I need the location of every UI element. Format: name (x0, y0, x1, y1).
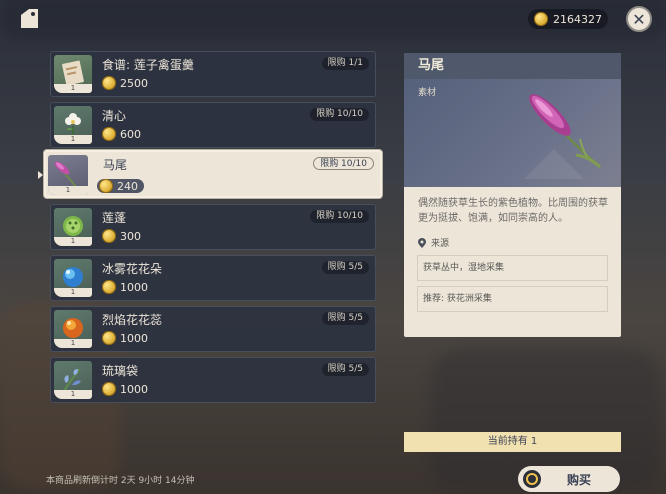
location-pin-icon (418, 237, 426, 248)
item-price: 1000 (102, 280, 148, 294)
item-name: 莲蓬 (102, 211, 127, 225)
refresh-countdown: 本商品刷新倒计时 2天 9小时 14分钟 (46, 476, 195, 486)
shop-tag-icon (16, 6, 42, 32)
item-detail-panel: 马尾 素材 偶然随获草生长的紫色植物。比周围的获草更为挺拔、饱满，如同崇高的人。… (404, 53, 621, 337)
item-thumbnail: 1 (54, 259, 92, 297)
item-thumbnail: 1 (54, 361, 92, 399)
horsetail-large-icon (524, 94, 602, 179)
mora-amount: 2164327 (553, 12, 602, 26)
item-thumbnail: 1 (54, 310, 92, 348)
buy-button[interactable]: 购买 (518, 466, 620, 492)
mora-coin-icon (102, 331, 116, 345)
shop-item[interactable]: 1 烈焰花花蕊 1000 限购 5/5 (50, 306, 376, 352)
source-entry: 获草丛中，湿地采集 (417, 255, 608, 281)
item-name: 食谱: 莲子禽蛋羹 (102, 58, 194, 72)
purchase-limit-badge: 限购 5/5 (321, 312, 369, 325)
buy-button-label: 购买 (567, 472, 592, 487)
source-entry: 推荐: 获花洲采集 (417, 286, 608, 312)
item-name: 琉璃袋 (102, 364, 139, 378)
close-icon: ✕ (632, 9, 646, 29)
mora-coin-icon (102, 229, 116, 243)
mora-coin-icon (102, 280, 116, 294)
item-price: 240 (97, 179, 144, 193)
purchase-limit-badge: 限购 10/10 (310, 210, 369, 223)
item-price-value: 2500 (120, 76, 148, 90)
item-price: 2500 (102, 76, 148, 90)
item-quantity: 1 (54, 84, 92, 93)
item-price-value: 240 (117, 179, 138, 193)
item-price: 1000 (102, 331, 148, 345)
item-name: 清心 (102, 109, 127, 123)
purchase-limit-badge: 限购 10/10 (310, 108, 369, 121)
purchase-limit-badge: 限购 1/1 (321, 57, 369, 70)
shop-item[interactable]: 1 清心 600 限购 10/10 (50, 102, 376, 148)
item-price-value: 600 (120, 127, 141, 141)
detail-description: 偶然随获草生长的紫色植物。比周围的获草更为挺拔、饱满，如同崇高的人。 (418, 198, 608, 224)
detail-title: 马尾 (404, 53, 621, 79)
source-label: 来源 (431, 239, 450, 249)
item-quantity: 1 (54, 288, 92, 297)
mora-coin-icon (102, 382, 116, 396)
item-quantity: 1 (54, 339, 92, 348)
item-quantity: 1 (54, 135, 92, 144)
gamepad-button-icon (523, 470, 541, 488)
mora-coin-icon (534, 12, 548, 26)
source-header: 来源 (418, 236, 449, 249)
item-thumbnail: 1 (54, 106, 92, 144)
purchase-limit-badge: 限购 5/5 (321, 363, 369, 376)
item-price: 1000 (102, 382, 148, 396)
item-quantity: 1 (54, 390, 92, 399)
purchase-limit-badge: 限购 10/10 (313, 157, 374, 170)
detail-hero: 素材 (404, 79, 621, 187)
item-thumbnail: 1 (54, 208, 92, 246)
item-price: 600 (102, 127, 141, 141)
item-quantity: 1 (54, 237, 92, 246)
item-price: 300 (102, 229, 141, 243)
mora-balance: 2164327 (528, 9, 608, 29)
close-button[interactable]: ✕ (626, 6, 652, 32)
item-price-value: 1000 (120, 331, 148, 345)
shop-item[interactable]: 1 琉璃袋 1000 限购 5/5 (50, 357, 376, 403)
item-price-value: 1000 (120, 382, 148, 396)
item-name: 冰雾花花朵 (102, 262, 163, 276)
shop-item-selected[interactable]: 1 马尾 240 限购 10/10 (44, 150, 382, 198)
item-name: 马尾 (103, 158, 128, 172)
item-price-value: 300 (120, 229, 141, 243)
mora-coin-icon (99, 179, 113, 193)
shop-item[interactable]: 1 冰雾花花朵 1000 限购 5/5 (50, 255, 376, 301)
item-name: 烈焰花花蕊 (102, 313, 163, 327)
item-thumbnail: 1 (54, 55, 92, 93)
selection-arrow-icon (38, 171, 43, 179)
item-thumbnail: 1 (48, 155, 88, 195)
item-price-value: 1000 (120, 280, 148, 294)
shop-item[interactable]: 1 食谱: 莲子禽蛋羹 2500 限购 1/1 (50, 51, 376, 97)
purchase-limit-badge: 限购 5/5 (321, 261, 369, 274)
mora-coin-icon (102, 127, 116, 141)
item-quantity: 1 (48, 186, 88, 195)
shop-item[interactable]: 1 莲蓬 300 限购 10/10 (50, 204, 376, 250)
currently-held: 当前持有 1 (404, 432, 621, 452)
mora-coin-icon (102, 76, 116, 90)
